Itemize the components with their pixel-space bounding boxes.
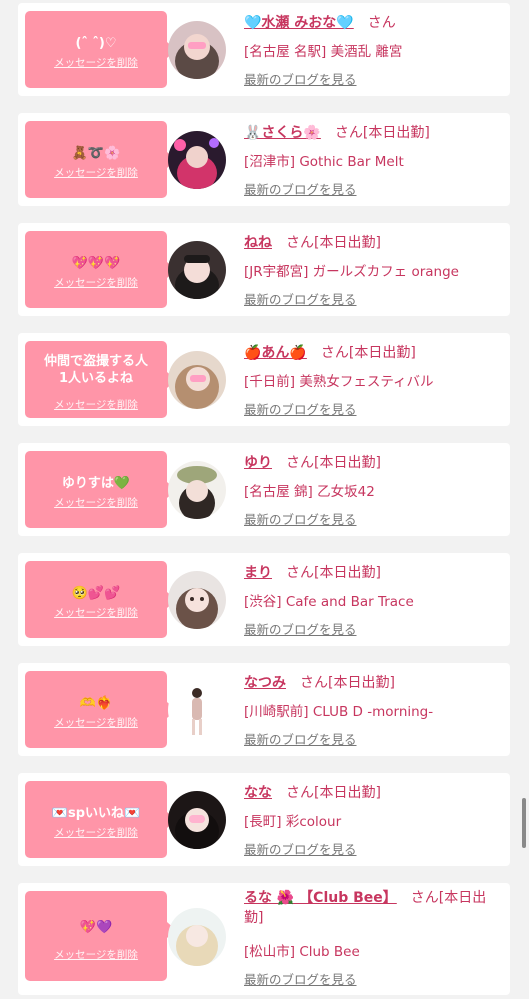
message-bubble: 💖💖💖 メッセージを削除 (25, 231, 176, 308)
message-bubble: 仲間で盗撮する人 1人いるよね メッセージを削除 (25, 341, 176, 418)
message-text: 💌spいいね💌 (51, 806, 141, 821)
avatar[interactable] (168, 131, 226, 189)
message-card: ゆりすは💚 メッセージを削除 ゆり さん[本日出勤] [名古屋 錦] 乙女坂42 … (18, 443, 510, 536)
shop-name[interactable]: [川崎駅前] CLUB D -morning- (244, 700, 433, 720)
shop-name[interactable]: [長町] 彩colour (244, 810, 341, 830)
latest-blog-link[interactable]: 最新のブログを見る (244, 179, 357, 198)
message-bubble: 🧸➰🌸 メッセージを削除 (25, 121, 176, 198)
message-text: 🧸➰🌸 (71, 146, 121, 161)
latest-blog-link[interactable]: 最新のブログを見る (244, 969, 357, 988)
girl-name-link[interactable]: 🩵水瀬 みおな🩵 (244, 15, 354, 31)
latest-blog-link[interactable]: 最新のブログを見る (244, 399, 357, 418)
message-text: 🫶❤️‍🔥 (79, 696, 113, 711)
message-text: 💖💖💖 (71, 256, 121, 271)
message-card: 💌spいいね💌 メッセージを削除 なな さん[本日出勤] [長町] 彩colour… (18, 773, 510, 866)
message-bubble: 💌spいいね💌 メッセージを削除 (25, 781, 176, 858)
girl-status: さん[本日出勤] (286, 565, 381, 581)
message-text: ゆりすは💚 (61, 476, 131, 491)
avatar[interactable] (168, 351, 226, 409)
latest-blog-link[interactable]: 最新のブログを見る (244, 619, 357, 638)
avatar[interactable] (168, 461, 226, 519)
message-card: (ˆ ˆ)♡ メッセージを削除 🩵水瀬 みおな🩵 さん [名古屋 名駅] 美酒乱 … (18, 3, 510, 96)
latest-blog-link[interactable]: 最新のブログを見る (244, 69, 357, 88)
message-bubble: ゆりすは💚 メッセージを削除 (25, 451, 176, 528)
girl-status: さん[本日出勤] (320, 345, 416, 361)
delete-message-link[interactable]: メッセージを削除 (25, 55, 167, 70)
message-bubble: 🫶❤️‍🔥 メッセージを削除 (25, 671, 176, 748)
avatar[interactable] (168, 571, 226, 629)
avatar[interactable] (168, 908, 226, 966)
delete-message-link[interactable]: メッセージを削除 (25, 495, 167, 510)
girl-status: さん[本日出勤] (334, 125, 430, 141)
shop-name[interactable]: [松山市] Club Bee (244, 940, 360, 960)
latest-blog-link[interactable]: 最新のブログを見る (244, 729, 357, 748)
delete-message-link[interactable]: メッセージを削除 (25, 825, 167, 840)
delete-message-link[interactable]: メッセージを削除 (25, 947, 167, 962)
message-card: 🧸➰🌸 メッセージを削除 🐰さくら🌸 さん[本日出勤] [沼津市] Gothic … (18, 113, 510, 206)
latest-blog-link[interactable]: 最新のブログを見る (244, 839, 357, 858)
message-bubble: (ˆ ˆ)♡ メッセージを削除 (25, 11, 176, 88)
girl-name-link[interactable]: 🐰さくら🌸 (244, 125, 321, 141)
message-bubble: 🥺💕💕 メッセージを削除 (25, 561, 176, 638)
shop-name[interactable]: [JR宇都宮] ガールズカフェ orange (244, 260, 459, 280)
message-text: (ˆ ˆ)♡ (75, 36, 117, 51)
shop-name[interactable]: [渋谷] Cafe and Bar Trace (244, 590, 414, 610)
girl-status: さん[本日出勤] (286, 235, 381, 251)
shop-name[interactable]: [名古屋 名駅] 美酒乱 離宮 (244, 40, 402, 60)
delete-message-link[interactable]: メッセージを削除 (25, 275, 167, 290)
girl-name-link[interactable]: なな (244, 785, 272, 801)
message-text: 💖💜 (79, 920, 113, 935)
message-card: 🥺💕💕 メッセージを削除 まり さん[本日出勤] [渋谷] Cafe and Ba… (18, 553, 510, 646)
girl-status: さん[本日出勤] (286, 785, 381, 801)
message-text: 仲間で盗撮する人 1人いるよね (43, 354, 148, 386)
message-card: 💖💖💖 メッセージを削除 ねね さん[本日出勤] [JR宇都宮] ガールズカフェ … (18, 223, 510, 316)
girl-status: さん (367, 15, 396, 31)
girl-status: さん[本日出勤] (300, 675, 395, 691)
avatar[interactable] (168, 241, 226, 299)
shop-name[interactable]: [千日前] 美熟女フェスティバル (244, 370, 434, 390)
girl-name-link[interactable]: なつみ (244, 675, 286, 691)
message-bubble: 💖💜 メッセージを削除 (25, 891, 176, 981)
message-text: 🥺💕💕 (71, 586, 121, 601)
girl-name-link[interactable]: 🍎あん🍎 (244, 345, 307, 361)
scrollbar-thumb[interactable] (522, 798, 526, 848)
avatar[interactable] (168, 681, 226, 739)
latest-blog-link[interactable]: 最新のブログを見る (244, 509, 357, 528)
delete-message-link[interactable]: メッセージを削除 (25, 715, 167, 730)
girl-name-link[interactable]: ねね (244, 235, 272, 251)
message-card: 仲間で盗撮する人 1人いるよね メッセージを削除 🍎あん🍎 さん[本日出勤] [千… (18, 333, 510, 426)
girl-name-link[interactable]: るな 🌺 【Club Bee】 (244, 890, 397, 906)
avatar[interactable] (168, 791, 226, 849)
girl-status: さん[本日出勤] (286, 455, 381, 471)
delete-message-link[interactable]: メッセージを削除 (25, 165, 167, 180)
shop-name[interactable]: [名古屋 錦] 乙女坂42 (244, 480, 375, 500)
delete-message-link[interactable]: メッセージを削除 (25, 605, 167, 620)
message-card: 💖💜 メッセージを削除 るな 🌺 【Club Bee】 さん[本日出勤] [松山市… (18, 883, 510, 995)
avatar[interactable] (168, 21, 226, 79)
delete-message-link[interactable]: メッセージを削除 (25, 397, 167, 412)
shop-name[interactable]: [沼津市] Gothic Bar Melt (244, 150, 404, 170)
girl-name-link[interactable]: ゆり (244, 455, 272, 471)
message-card: 🫶❤️‍🔥 メッセージを削除 なつみ さん[本日出勤] [川崎駅前] CLUB D… (18, 663, 510, 756)
latest-blog-link[interactable]: 最新のブログを見る (244, 289, 357, 308)
girl-name-link[interactable]: まり (244, 565, 272, 581)
